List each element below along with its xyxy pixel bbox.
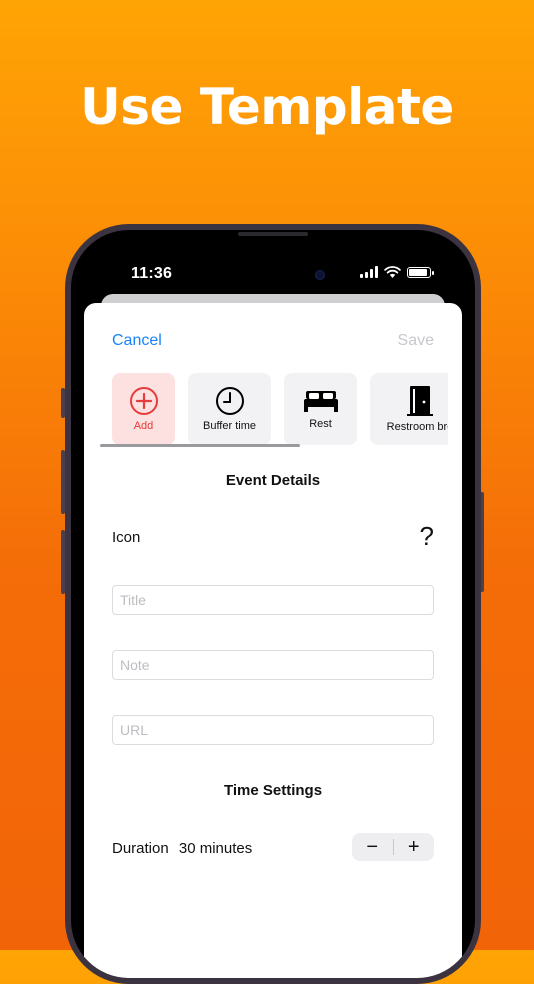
cellular-signal-icon (360, 266, 378, 278)
battery-icon (407, 266, 434, 278)
template-label-buffer-time: Buffer time (203, 420, 256, 432)
template-label-restroom-break: Restroom bre (386, 421, 448, 433)
door-icon (407, 386, 433, 416)
template-sheet: Cancel Save Add Buffer time Rest Restroo… (84, 303, 462, 978)
template-restroom-break[interactable]: Restroom bre (370, 373, 448, 445)
status-time: 11:36 (131, 265, 173, 282)
template-label-add: Add (133, 420, 154, 432)
url-input[interactable] (112, 715, 434, 745)
status-icons (360, 266, 434, 278)
phone-screen: 11:36 Cancel Save Add Buffer time Rest R… (71, 230, 475, 978)
template-add[interactable]: Add (112, 373, 175, 445)
duration-value: 30 minutes (178, 840, 253, 857)
save-button[interactable]: Save (398, 332, 434, 350)
phone-frame: 11:36 Cancel Save Add Buffer time Rest R… (65, 224, 481, 984)
phone-speaker (238, 232, 308, 236)
cancel-button[interactable]: Cancel (112, 332, 162, 350)
bed-icon (303, 391, 338, 412)
plus-circle-icon (129, 387, 158, 415)
template-buffer-time[interactable]: Buffer time (188, 373, 271, 445)
question-mark-icon[interactable]: ? (420, 523, 434, 549)
duration-stepper[interactable]: − + (352, 833, 434, 861)
time-settings-heading: Time Settings (223, 782, 323, 799)
wifi-icon (384, 266, 401, 278)
horizontal-scrollbar[interactable] (100, 444, 300, 447)
template-picker[interactable]: Add Buffer time Rest Restroom bre (112, 373, 448, 453)
headline: Use Template (80, 78, 454, 136)
increment-button[interactable]: + (394, 833, 435, 861)
camera-icon (315, 270, 325, 280)
icon-label: Icon (112, 529, 141, 546)
decrement-button[interactable]: − (352, 833, 393, 861)
title-input[interactable] (112, 585, 434, 615)
template-rest[interactable]: Rest (284, 373, 357, 445)
duration-row: Duration 30 minutes (112, 840, 252, 857)
template-label-rest: Rest (309, 418, 332, 430)
duration-label: Duration (112, 840, 169, 857)
dynamic-island (213, 258, 337, 292)
clock-icon (215, 387, 244, 415)
event-details-heading: Event Details (225, 472, 321, 489)
note-input[interactable] (112, 650, 434, 680)
